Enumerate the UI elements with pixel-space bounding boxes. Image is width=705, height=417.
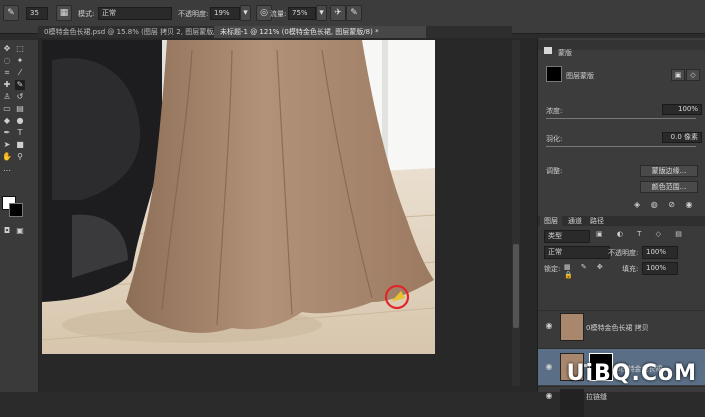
adjust-label: 调整: xyxy=(546,167,563,175)
layer-opacity-field[interactable]: 100% xyxy=(642,246,678,259)
history-brush-icon[interactable]: ↺ xyxy=(15,92,25,102)
path-select-icon[interactable]: ➤ xyxy=(2,140,12,150)
lasso-tool-icon[interactable]: ◌ xyxy=(2,56,12,66)
visibility-eye-icon[interactable]: ◉ xyxy=(544,391,554,401)
layer-mask-label: 图层蒙版 xyxy=(566,72,594,80)
layer-row[interactable]: ◉ 0模特金色长裙 拷贝 xyxy=(538,310,705,341)
mode-label: 模式: xyxy=(78,10,95,18)
dodge-tool-icon[interactable]: ● xyxy=(15,116,25,126)
tab-channels[interactable]: 通道 xyxy=(564,216,586,226)
density-slider[interactable] xyxy=(546,118,696,119)
lock-icons[interactable]: ▦ ✎ ✥ 🔒 xyxy=(564,263,624,279)
brush-tool-icon[interactable]: ✎ xyxy=(3,5,19,21)
blend-mode-select[interactable]: 正常 xyxy=(544,246,610,259)
flow-dropdown-icon[interactable]: ▾ xyxy=(316,5,327,21)
quick-select-icon[interactable]: ✦ xyxy=(15,56,25,66)
mask-action-icons[interactable]: ◈ ◍ ⊘ ◉ xyxy=(634,200,700,210)
feather-label: 羽化: xyxy=(546,135,563,143)
right-panels: 蒙版 图层蒙版 ▣ ◇ 浓度: 100% 羽化: 0.0 像素 调整: 蒙版边缘… xyxy=(537,38,705,417)
color-range-button[interactable]: 颜色范围... xyxy=(640,181,698,193)
move-tool-icon[interactable]: ✥ xyxy=(2,44,12,54)
tab-paths[interactable]: 路径 xyxy=(586,216,608,226)
tab-document-1[interactable]: 0模特金色长裙.psd @ 15.8% (图层 拷贝 2, 图层蒙版/8) * xyxy=(38,26,220,38)
opacity-label: 不透明度: xyxy=(178,10,209,18)
visibility-eye-icon[interactable]: ◉ xyxy=(544,362,554,372)
gradient-tool-icon[interactable]: ▤ xyxy=(15,104,25,114)
edit-toolbar-icon[interactable]: … xyxy=(2,164,12,174)
lock-label: 锁定: xyxy=(544,265,561,273)
properties-title: 蒙版 xyxy=(558,49,572,57)
canvas-image xyxy=(42,40,435,354)
screen-mode-icon[interactable]: ▣ xyxy=(15,226,25,236)
quick-mask-icon[interactable]: ◘ xyxy=(2,226,12,236)
layer-name: 0模特金色长裙 拷贝 xyxy=(586,324,649,332)
pen-tool-icon[interactable]: ✒ xyxy=(2,128,12,138)
properties-panel: 蒙版 图层蒙版 ▣ ◇ 浓度: 100% 羽化: 0.0 像素 调整: 蒙版边缘… xyxy=(538,38,705,212)
tab-document-2[interactable]: 未标题-1 @ 121% (0模特金色长裙, 图层蒙版/8) * xyxy=(214,26,426,38)
density-label: 浓度: xyxy=(546,107,563,115)
brush-panel-icon[interactable]: ▦ xyxy=(56,5,72,21)
background-color-swatch[interactable] xyxy=(9,203,23,217)
tab-layers[interactable]: 图层 xyxy=(540,216,562,226)
eyedropper-tool-icon[interactable]: ⁄ xyxy=(15,68,25,78)
tools-panel: ✥ ⬚ ◌ ✦ ⌗ ⁄ ✚ ✎ ♙ ↺ ▭ ▤ ◆ ● ✒ T ➤ ■ ✋ ⚲ … xyxy=(0,40,39,392)
healing-tool-icon[interactable]: ✚ xyxy=(2,80,12,90)
brush-tool-active-icon[interactable]: ✎ xyxy=(15,80,25,90)
airbrush-icon[interactable]: ✈ xyxy=(330,5,346,21)
mode-select[interactable]: 正常 xyxy=(98,7,172,20)
watermark: UiBQ.CoM xyxy=(566,361,697,386)
mask-edge-button[interactable]: 蒙版边缘... xyxy=(640,165,698,177)
document-canvas[interactable] xyxy=(42,40,435,354)
document-tabs: 0模特金色长裙.psd @ 15.8% (图层 拷贝 2, 图层蒙版/8) * … xyxy=(38,26,512,38)
blur-tool-icon[interactable]: ◆ xyxy=(2,116,12,126)
brush-size-field[interactable]: 35 xyxy=(26,7,48,20)
vector-mask-icon[interactable]: ◇ xyxy=(686,69,700,81)
opacity-dropdown-icon[interactable]: ▾ xyxy=(240,5,251,21)
marquee-tool-icon[interactable]: ⬚ xyxy=(15,44,25,54)
visibility-eye-icon[interactable]: ◉ xyxy=(544,321,554,331)
pixel-mask-icon[interactable]: ▣ xyxy=(671,69,685,81)
type-tool-icon[interactable]: T xyxy=(15,128,25,138)
clone-stamp-icon[interactable]: ♙ xyxy=(2,92,12,102)
layer-name: 拉链缝 xyxy=(586,393,607,401)
mask-icon xyxy=(544,47,552,54)
zoom-tool-icon[interactable]: ⚲ xyxy=(15,152,25,162)
scroll-thumb[interactable] xyxy=(513,244,519,328)
pressure-size-icon[interactable]: ✎ xyxy=(346,5,362,21)
mask-thumbnail[interactable] xyxy=(546,66,562,82)
density-field[interactable]: 100% xyxy=(662,104,702,115)
hand-tool-icon[interactable]: ✋ xyxy=(2,152,12,162)
layer-opacity-label: 不透明度: xyxy=(608,249,639,257)
crop-tool-icon[interactable]: ⌗ xyxy=(2,68,12,78)
layer-kind-filter[interactable]: 类型 xyxy=(544,230,590,243)
fill-field[interactable]: 100% xyxy=(642,262,678,275)
layer-thumbnail xyxy=(560,389,584,417)
fill-label: 填充: xyxy=(622,265,639,273)
opacity-field[interactable]: 19% xyxy=(210,7,240,20)
filter-icons[interactable]: ▣ ◐ T ◇ ▤ xyxy=(596,230,696,240)
eraser-tool-icon[interactable]: ▭ xyxy=(2,104,12,114)
feather-field[interactable]: 0.0 像素 xyxy=(662,132,702,143)
vertical-scrollbar[interactable] xyxy=(512,40,520,386)
feather-slider[interactable] xyxy=(546,146,696,147)
shape-tool-icon[interactable]: ■ xyxy=(15,140,25,150)
flow-field[interactable]: 75% xyxy=(288,7,316,20)
layer-row[interactable]: ◉ 拉链缝 xyxy=(538,386,705,417)
layer-thumbnail xyxy=(560,313,584,341)
flow-label: 流量: xyxy=(270,10,287,18)
